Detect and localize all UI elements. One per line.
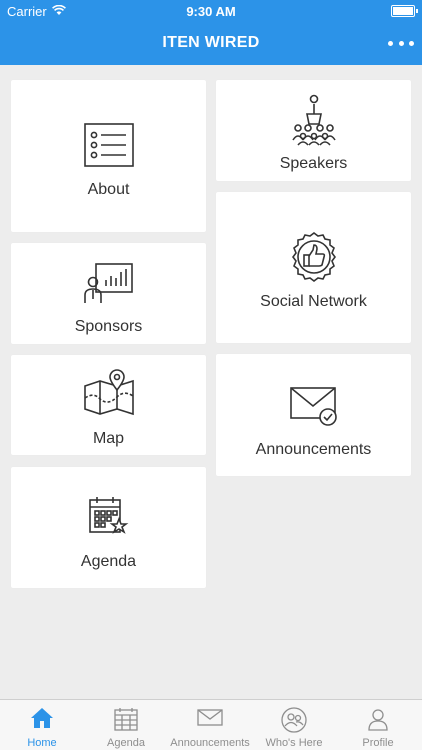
nav-bar: ITEN WIRED (0, 22, 422, 65)
tile-map-label: Map (92, 430, 125, 447)
tile-speakers[interactable]: Speakers (216, 80, 411, 181)
people-icon (252, 707, 336, 736)
tile-agenda[interactable]: Agenda (11, 467, 206, 588)
tile-announcements[interactable]: Announcements (216, 354, 411, 476)
tab-whos-here[interactable]: Who's Here (252, 700, 336, 750)
tile-map[interactable]: Map (11, 355, 206, 455)
speaker-podium-icon (216, 94, 411, 151)
calendar-star-icon (11, 496, 206, 541)
clock: 9:30 AM (186, 4, 236, 19)
tile-announcements-label: Announcements (255, 441, 372, 458)
map-pin-icon (11, 368, 206, 421)
more-options-icon[interactable] (388, 32, 414, 54)
envelope-check-icon (216, 385, 411, 432)
tile-social-network[interactable]: Social Network (216, 192, 411, 343)
status-bar: Carrier 9:30 AM (0, 0, 422, 22)
tile-sponsors-label: Sponsors (74, 318, 143, 335)
tab-home-label: Home (27, 737, 57, 749)
tile-about-label: About (87, 181, 130, 198)
tab-profile-label: Profile (362, 737, 394, 749)
home-icon (0, 707, 84, 732)
list-icon (11, 123, 206, 172)
tab-profile[interactable]: Profile (336, 700, 420, 750)
tab-whos-here-label: Who's Here (265, 737, 323, 749)
presentation-chart-icon (11, 262, 206, 309)
tab-home[interactable]: Home (0, 700, 84, 750)
tab-announcements-label: Announcements (170, 737, 250, 749)
battery-icon (391, 5, 418, 17)
thumbs-up-badge-icon (216, 232, 411, 287)
calendar-icon (84, 707, 168, 734)
app-title: ITEN WIRED (162, 34, 260, 51)
tab-bar: Home Agenda Announcements Who's Here Pro… (0, 699, 422, 750)
tile-social-network-label: Social Network (260, 293, 367, 310)
person-icon (336, 707, 420, 734)
tab-agenda-label: Agenda (107, 737, 145, 749)
tile-sponsors[interactable]: Sponsors (11, 243, 206, 344)
tile-speakers-label: Speakers (279, 155, 348, 172)
envelope-icon (168, 707, 252, 730)
tab-announcements[interactable]: Announcements (168, 700, 252, 750)
tab-agenda[interactable]: Agenda (84, 700, 168, 750)
tile-agenda-label: Agenda (80, 553, 137, 570)
tile-about[interactable]: About (11, 80, 206, 232)
